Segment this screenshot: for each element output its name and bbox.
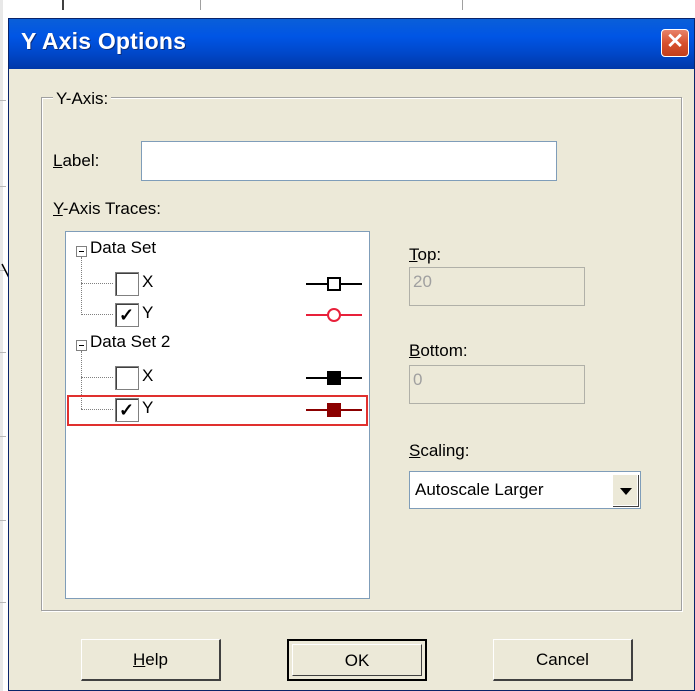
tree-connector — [81, 314, 113, 315]
open-circle-marker-icon — [306, 308, 362, 322]
title-bar[interactable]: Y Axis Options ✕ — [9, 19, 694, 69]
spreadsheet-gridline — [0, 436, 6, 437]
trace-checkbox[interactable] — [115, 366, 139, 390]
trace-label[interactable]: X — [142, 366, 153, 386]
tree-connector — [81, 283, 113, 284]
trace-label[interactable]: Y — [142, 303, 153, 323]
groupbox-legend: Y-Axis: — [53, 89, 112, 109]
scaling-value: Autoscale Larger — [415, 480, 544, 499]
trace-label[interactable]: X — [142, 272, 153, 292]
spreadsheet-gridline — [0, 186, 6, 187]
ok-label: OK — [344, 651, 370, 670]
tree-connector — [81, 377, 113, 378]
spreadsheet-gridline — [0, 520, 6, 521]
bottom-caption: Bottom: — [409, 341, 468, 360]
spreadsheet-gridline — [0, 100, 6, 101]
spreadsheet-cell — [14, 0, 64, 10]
help-button[interactable]: Help — [81, 639, 221, 681]
dialog-title: Y Axis Options — [21, 28, 187, 54]
collapse-toggle[interactable] — [76, 340, 87, 351]
bottom-field: 0 — [409, 365, 585, 404]
close-button[interactable]: ✕ — [661, 29, 689, 57]
collapse-toggle[interactable] — [76, 246, 87, 257]
scaling-dropdown[interactable]: Autoscale Larger — [409, 471, 641, 509]
trace-tree[interactable]: Data Set X ✓ Y Data Set 2 X ✓ Y — [65, 231, 370, 599]
filled-square-marker-icon — [306, 371, 362, 385]
top-field: 20 — [409, 267, 585, 306]
dataset-node[interactable]: Data Set 2 — [90, 332, 170, 352]
trace-checkbox[interactable] — [115, 272, 139, 296]
dataset-node[interactable]: Data Set — [90, 238, 156, 258]
ok-button[interactable]: OK — [287, 639, 427, 681]
traces-heading: Y-Axis Traces: — [53, 199, 162, 218]
trace-checkbox[interactable]: ✓ — [115, 303, 139, 327]
tree-connector — [81, 257, 82, 315]
spreadsheet-gridline — [462, 0, 463, 10]
spreadsheet-gridline — [0, 602, 6, 603]
close-icon: ✕ — [666, 30, 684, 53]
label-field-caption: Label: — [53, 151, 100, 170]
open-square-marker-icon — [306, 277, 362, 291]
scaling-caption: Scaling: — [409, 441, 470, 460]
y-axis-options-dialog: Y Axis Options ✕ Y-Axis: Label: Y-Axis T… — [8, 18, 695, 691]
filled-square-marker-icon — [306, 403, 362, 417]
trace-label[interactable]: Y — [142, 398, 153, 418]
checkmark-icon: ✓ — [119, 400, 135, 420]
trace-checkbox[interactable]: ✓ — [115, 398, 139, 422]
chevron-down-icon[interactable] — [612, 474, 638, 506]
label-input[interactable] — [141, 141, 557, 181]
top-caption: Top: — [409, 245, 442, 264]
checkmark-icon: ✓ — [119, 305, 135, 325]
spreadsheet-gridline — [200, 0, 201, 10]
cancel-button[interactable]: Cancel — [493, 639, 633, 681]
